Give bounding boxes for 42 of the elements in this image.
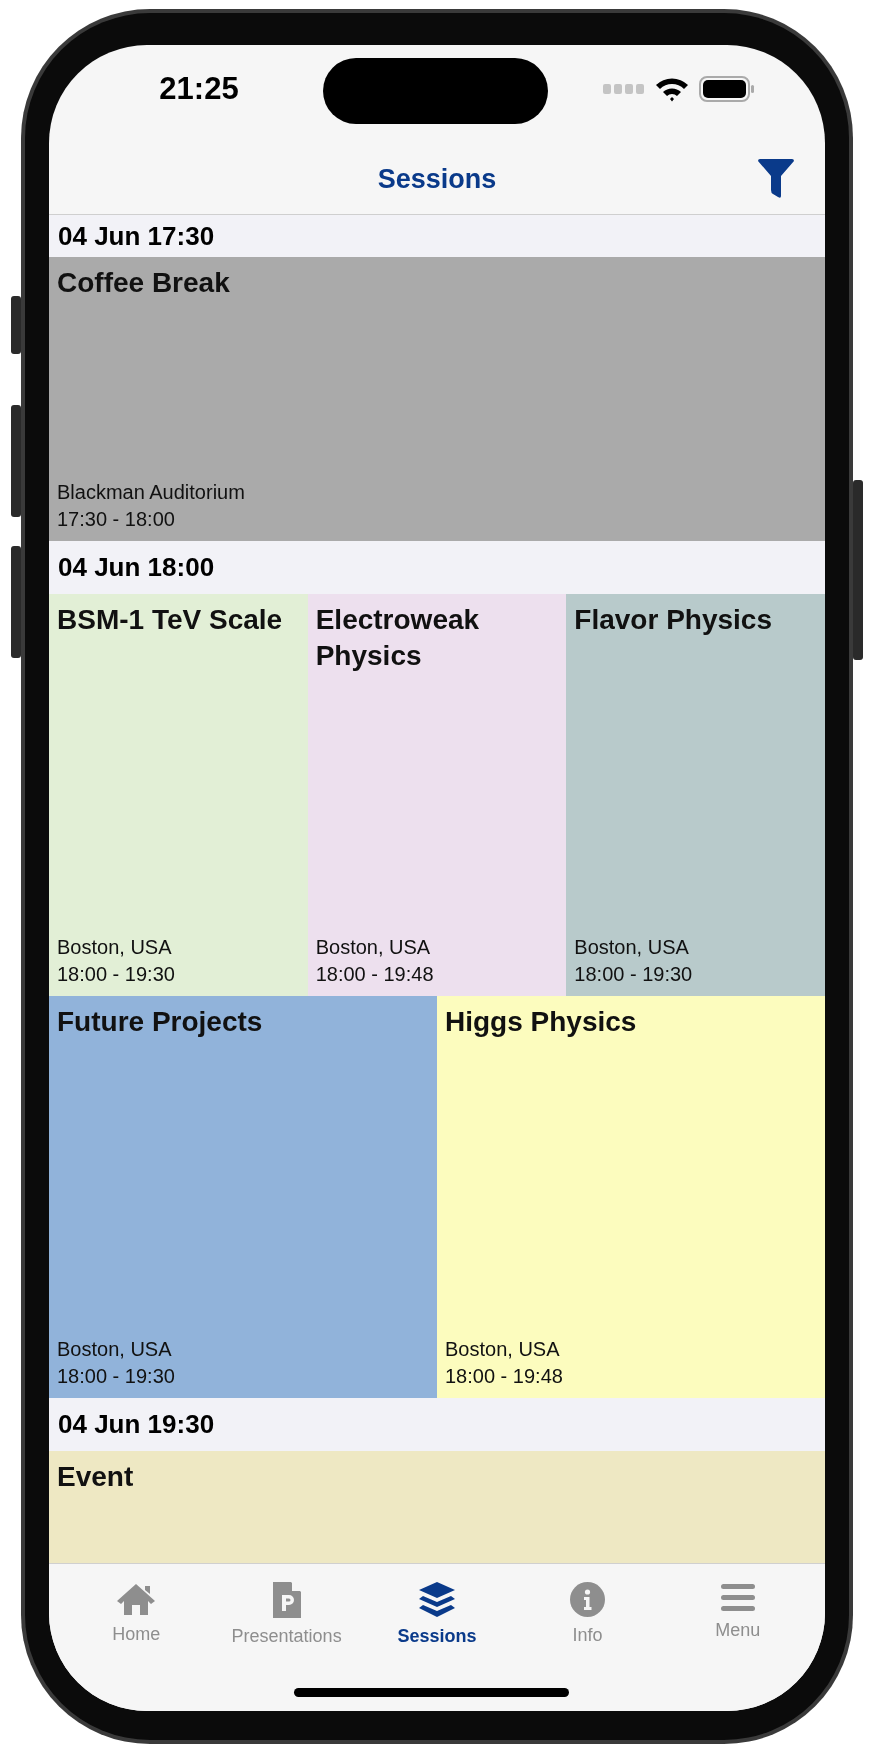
wifi-icon <box>655 76 689 102</box>
session-title: Coffee Break <box>57 266 231 300</box>
session-location: Boston, USA <box>57 1337 173 1362</box>
session-card[interactable]: BSM-1 TeV Scale Boston, USA 18:00 - 19:30 <box>49 594 308 996</box>
session-location: Blackman Auditorium <box>57 480 246 505</box>
signal-icon <box>603 84 645 94</box>
session-time: 18:00 - 19:30 <box>57 962 176 987</box>
filter-icon <box>757 159 795 199</box>
session-time: 18:00 - 19:30 <box>574 962 694 987</box>
session-card[interactable]: Flavor Physics Boston, USA 18:00 - 19:30 <box>566 594 825 996</box>
session-title: Flavor Physics <box>574 603 773 637</box>
session-title: Higgs Physics <box>445 1005 638 1039</box>
session-location: Boston, USA <box>57 935 173 960</box>
session-location: Boston, USA <box>574 935 690 960</box>
session-time: 18:00 - 19:48 <box>315 962 435 987</box>
document-icon <box>272 1582 301 1618</box>
session-card[interactable]: Higgs Physics Boston, USA 18:00 - 19:48 <box>437 996 825 1398</box>
session-title: Electroweak Physics <box>315 603 481 673</box>
home-icon <box>116 1582 157 1616</box>
section-header: 04 Jun 19:30 <box>49 1398 825 1451</box>
layers-icon <box>418 1582 456 1618</box>
nav-title: Sessions <box>377 164 497 195</box>
session-title: Future Projects <box>57 1005 264 1039</box>
status-time: 21:25 <box>158 71 240 107</box>
session-title: Event <box>57 1460 135 1494</box>
section-header: 04 Jun 18:00 <box>49 541 825 594</box>
session-location: Boston, USA <box>445 1337 561 1362</box>
session-time: 17:30 - 18:00 <box>57 507 176 532</box>
battery-icon <box>699 76 755 102</box>
session-card[interactable]: Electroweak Physics Boston, USA 18:00 - 19:48 <box>307 594 567 996</box>
tab-item[interactable]: Sessions <box>361 1564 513 1658</box>
session-time: 18:00 - 19:30 <box>57 1364 176 1389</box>
menu-icon <box>720 1582 755 1612</box>
section-header: 04 Jun 17:30 <box>49 215 825 257</box>
session-time: 18:00 - 19:48 <box>445 1364 564 1389</box>
session-title: BSM-1 TeV Scale <box>57 603 284 637</box>
session-location: Boston, USA <box>315 935 432 960</box>
filter-button[interactable] <box>757 159 795 199</box>
session-card[interactable]: Event <box>49 1451 825 1563</box>
info-icon <box>569 1582 605 1617</box>
session-card[interactable]: Coffee Break Blackman Auditorium 17:30 - 18:00 <box>49 257 825 541</box>
session-card[interactable]: Future Projects Boston, USA 18:00 - 19:30 <box>49 996 437 1398</box>
